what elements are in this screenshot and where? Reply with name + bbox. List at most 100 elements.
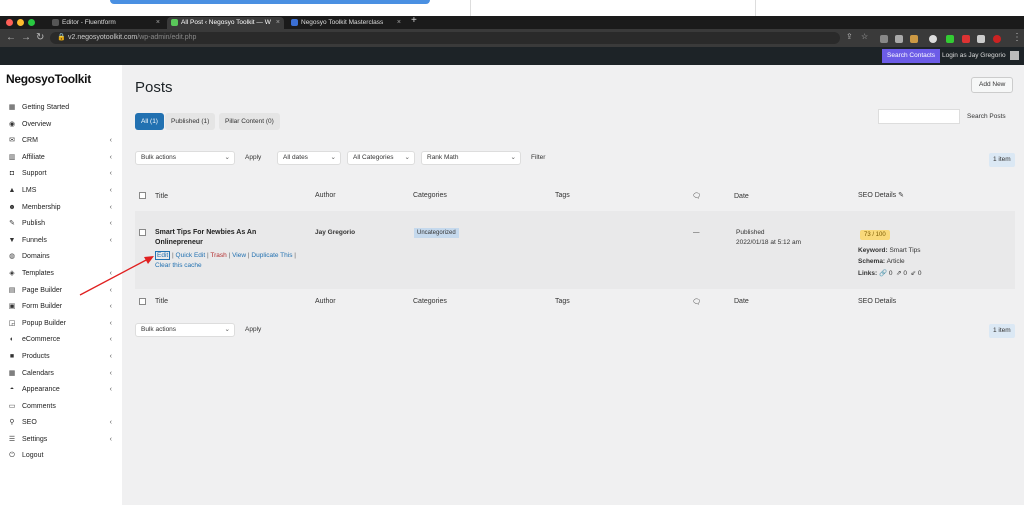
browser-tab-masterclass[interactable]: Negosyo Toolkit Masterclass × xyxy=(287,17,405,29)
extension-icon[interactable] xyxy=(895,35,903,43)
chevron-down-icon: ⌄ xyxy=(224,326,230,333)
sidebar-item-products[interactable]: ■ Products ‹ xyxy=(0,349,122,366)
extension-icon[interactable] xyxy=(962,35,970,43)
close-tab-icon[interactable]: × xyxy=(397,17,401,28)
author-link[interactable]: Jay Gregorio xyxy=(315,228,355,238)
close-window-dot[interactable] xyxy=(6,19,13,26)
search-input[interactable] xyxy=(878,109,960,124)
comments-column-icon[interactable]: 🗨 xyxy=(692,192,701,200)
extension-icon[interactable] xyxy=(910,35,918,43)
extensions-puzzle-icon[interactable] xyxy=(977,35,985,43)
sidebar-item-templates[interactable]: ◈ Templates ‹ xyxy=(0,266,122,283)
sidebar-item-overview[interactable]: ◉ Overview xyxy=(0,117,122,134)
column-title-bottom[interactable]: Title xyxy=(155,298,168,305)
internal-links-count: 0 xyxy=(888,270,893,277)
maximize-window-dot[interactable] xyxy=(28,19,35,26)
apply-button-top[interactable]: Apply xyxy=(245,151,261,165)
page-title: Posts xyxy=(135,79,173,96)
search-contacts-button[interactable]: Search Contacts xyxy=(882,49,941,63)
filter-button[interactable]: Filter xyxy=(531,151,545,165)
url-field[interactable]: 🔒 v2.negosyotoolkit.com/wp-admin/edit.ph… xyxy=(50,32,840,44)
back-arrow-icon[interactable]: ← xyxy=(6,32,16,43)
sidebar-item-getting-started[interactable]: ▦ Getting Started xyxy=(0,100,122,117)
sidebar-item-crm[interactable]: ✉ CRM ‹ xyxy=(0,133,122,150)
reload-icon[interactable]: ↻ xyxy=(36,32,44,43)
post-title-link[interactable]: Smart Tips For Newbies As An Onlineprene… xyxy=(155,228,285,248)
chevron-left-icon: ‹ xyxy=(109,386,112,394)
sidebar-item-publish[interactable]: ✎ Publish ‹ xyxy=(0,216,122,233)
clear-cache-link[interactable]: Clear this cache xyxy=(155,262,202,269)
chevron-left-icon: ‹ xyxy=(109,352,112,360)
browser-tab-all-posts[interactable]: All Post ‹ Negosyo Toolkit — W × xyxy=(167,17,284,29)
search-posts-button[interactable]: Search Posts xyxy=(967,109,1006,124)
sidebar-item-appearance[interactable]: ◓ Appearance ‹ xyxy=(0,382,122,399)
comments-column-icon[interactable]: 🗨 xyxy=(692,298,701,306)
browser-menu-icon[interactable]: ⋮ xyxy=(1012,32,1022,43)
sidebar-item-ecommerce[interactable]: ◐ eCommerce ‹ xyxy=(0,332,122,349)
sidebar-item-membership[interactable]: ☻ Membership ‹ xyxy=(0,200,122,217)
tab-label: Negosyo Toolkit Masterclass xyxy=(301,19,384,26)
column-tags-bottom: Tags xyxy=(555,298,570,305)
add-new-button[interactable]: Add New xyxy=(971,77,1014,93)
trash-link[interactable]: Trash xyxy=(210,252,226,259)
chevron-left-icon: ‹ xyxy=(109,336,112,344)
browser-tab-fluentform[interactable]: Editor - Fluentform × xyxy=(48,17,164,29)
duplicate-link[interactable]: Duplicate This xyxy=(251,252,292,259)
select-all-checkbox[interactable] xyxy=(139,192,146,199)
row-checkbox[interactable] xyxy=(139,229,146,236)
all-categories-select[interactable]: All Categories ⌄ xyxy=(347,151,415,165)
close-tab-icon[interactable]: × xyxy=(156,17,160,28)
rank-math-select[interactable]: Rank Math ⌄ xyxy=(421,151,521,165)
sidebar-item-page-builder[interactable]: ▤ Page Builder ‹ xyxy=(0,283,122,300)
extension-icon[interactable] xyxy=(880,35,888,43)
tab-all[interactable]: All (1) xyxy=(135,113,164,130)
sidebar-item-calendars[interactable]: ▦ Calendars ‹ xyxy=(0,366,122,383)
external-links-count: 0 xyxy=(903,270,908,277)
column-date-bottom[interactable]: Date xyxy=(734,298,749,305)
sidebar-item-form-builder[interactable]: ▣ Form Builder ‹ xyxy=(0,299,122,316)
new-tab-button[interactable]: + xyxy=(411,15,417,26)
logo[interactable]: NegosyoToolkit xyxy=(6,72,91,86)
pencil-icon[interactable]: ✎ xyxy=(898,192,904,199)
chevron-left-icon: ‹ xyxy=(109,203,112,211)
sidebar-item-lms[interactable]: ▲ LMS ‹ xyxy=(0,183,122,200)
tab-published[interactable]: Published (1) xyxy=(165,113,216,130)
sidebar-item-logout[interactable]: ⏻ Logout xyxy=(0,448,122,465)
category-link[interactable]: Uncategorized xyxy=(414,228,459,238)
sidebar-item-settings[interactable]: ☰ Settings ‹ xyxy=(0,432,122,449)
bulk-actions-select-bottom[interactable]: Bulk actions ⌄ xyxy=(135,323,235,337)
view-link[interactable]: View xyxy=(232,252,246,259)
bookmark-star-icon[interactable]: ☆ xyxy=(861,32,868,41)
sidebar-item-affiliate[interactable]: ▥ Affiliate ‹ xyxy=(0,150,122,167)
extension-icon[interactable] xyxy=(929,35,937,43)
user-avatar[interactable] xyxy=(1010,51,1019,60)
minimize-window-dot[interactable] xyxy=(17,19,24,26)
tab-pillar-content[interactable]: Pillar Content (0) xyxy=(219,113,280,130)
edit-link[interactable]: Edit xyxy=(155,251,171,260)
sidebar-item-seo[interactable]: ⚲ SEO ‹ xyxy=(0,415,122,432)
sidebar-item-popup-builder[interactable]: ◲ Popup Builder ‹ xyxy=(0,316,122,333)
profile-avatar[interactable] xyxy=(993,35,1001,43)
quick-edit-link[interactable]: Quick Edit xyxy=(176,252,206,259)
select-value: All Categories xyxy=(353,154,394,161)
sidebar-item-comments[interactable]: ▭ Comments xyxy=(0,399,122,416)
sidebar-item-funnels[interactable]: ▼ Funnels ‹ xyxy=(0,233,122,250)
bulk-actions-select-top[interactable]: Bulk actions ⌄ xyxy=(135,151,235,165)
column-date[interactable]: Date xyxy=(734,193,749,200)
column-author: Author xyxy=(315,192,336,199)
close-tab-icon[interactable]: × xyxy=(276,17,280,28)
schema-label: Schema: xyxy=(858,258,886,265)
sidebar-item-domains[interactable]: ◍ Domains xyxy=(0,249,122,266)
funnel-icon: ▼ xyxy=(8,236,16,244)
extension-icon[interactable] xyxy=(946,35,954,43)
all-dates-select[interactable]: All dates ⌄ xyxy=(277,151,341,165)
sidebar-item-support[interactable]: ◘ Support ‹ xyxy=(0,166,122,183)
forward-arrow-icon[interactable]: → xyxy=(21,32,31,43)
share-icon[interactable]: ⇪ xyxy=(846,32,853,41)
column-title[interactable]: Title xyxy=(155,193,168,200)
sidebar-item-label: Membership xyxy=(22,203,61,211)
apply-button-bottom[interactable]: Apply xyxy=(245,323,261,337)
select-all-checkbox-bottom[interactable] xyxy=(139,298,146,305)
login-as-link[interactable]: Login as Jay Gregorio xyxy=(942,49,1006,63)
sidebar-item-label: Logout xyxy=(22,452,44,460)
